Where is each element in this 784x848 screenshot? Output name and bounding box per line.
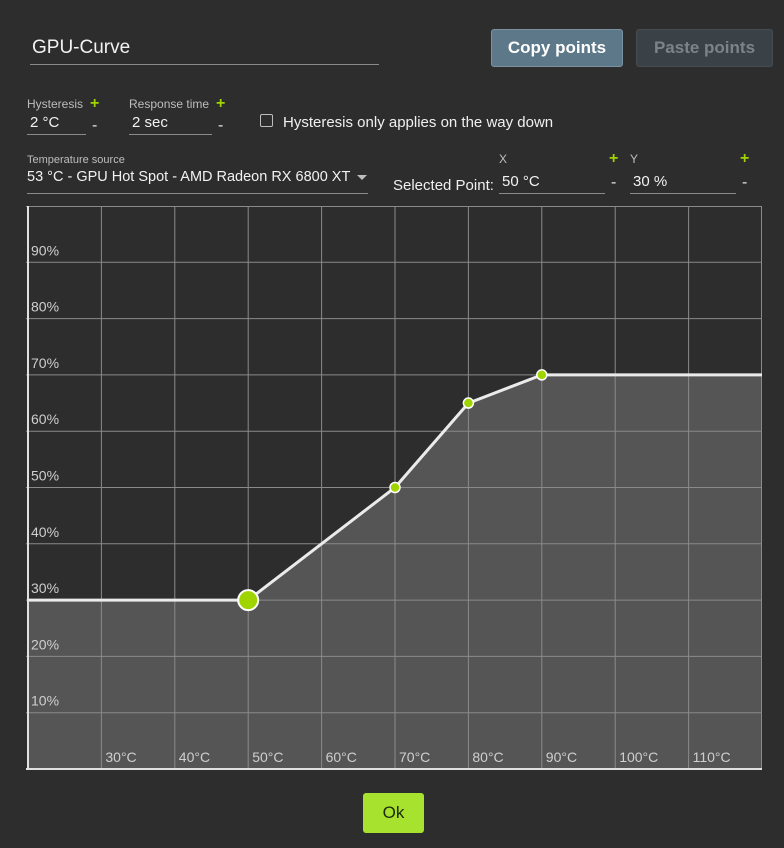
- hysteresis-minus-button[interactable]: -: [92, 117, 97, 135]
- response-time-minus-button[interactable]: -: [218, 117, 223, 135]
- x-plus-button[interactable]: +: [609, 151, 618, 167]
- copy-points-button[interactable]: Copy points: [491, 29, 623, 67]
- fan-curve-svg[interactable]: 10% 20% 30% 40% 50% 60% 70% 80% 90% 30°C 40°C 50°C…: [26, 206, 762, 770]
- curve-point[interactable]: [462, 397, 475, 409]
- x-tick-label: 80°C: [472, 749, 503, 765]
- fan-curve-chart[interactable]: 10% 20% 30% 40% 50% 60% 70% 80% 90% 30°C 40°C 50°C…: [26, 206, 762, 770]
- x-tick-label: 70°C: [399, 749, 430, 765]
- y-plus-button[interactable]: +: [740, 151, 749, 167]
- x-tick-label: 50°C: [252, 749, 283, 765]
- curve-point[interactable]: [389, 481, 401, 494]
- curve-name-input[interactable]: GPU-Curve: [30, 34, 379, 65]
- y-minus-button[interactable]: -: [742, 174, 747, 192]
- x-value-input[interactable]: 50 °C: [499, 172, 605, 194]
- paste-points-button[interactable]: Paste points: [636, 29, 773, 67]
- response-time-label: Response time: [129, 97, 210, 111]
- hysteresis-label: Hysteresis: [27, 97, 84, 111]
- response-time-plus-button[interactable]: +: [216, 96, 225, 112]
- x-tick-label: 30°C: [105, 749, 136, 765]
- hysteresis-down-label: Hysteresis only applies on the way down: [283, 114, 554, 131]
- chevron-down-icon[interactable]: [357, 175, 367, 180]
- y-value-input[interactable]: 30 %: [630, 172, 736, 194]
- selected-point-label: Selected Point:: [393, 177, 494, 194]
- hysteresis-down-checkbox[interactable]: [260, 114, 273, 127]
- y-tick-label: 90%: [31, 242, 59, 258]
- ok-button[interactable]: Ok: [363, 793, 424, 833]
- y-tick-label: 70%: [31, 355, 59, 371]
- x-tick-label: 40°C: [179, 749, 210, 765]
- hysteresis-input[interactable]: 2 °C: [27, 113, 86, 135]
- temperature-source-label: Temperature source: [27, 154, 125, 166]
- y-tick-label: 10%: [31, 693, 59, 709]
- response-time-input[interactable]: 2 sec: [129, 113, 212, 135]
- x-minus-button[interactable]: -: [611, 174, 616, 192]
- y-tick-label: 40%: [31, 524, 59, 540]
- y-tick-label: 80%: [31, 299, 59, 315]
- temperature-source-select[interactable]: 53 °C - GPU Hot Spot - AMD Radeon RX 680…: [27, 167, 368, 194]
- curve-point-selected[interactable]: [237, 589, 260, 612]
- y-tick-label: 50%: [31, 468, 59, 484]
- y-tick-label: 60%: [31, 411, 59, 427]
- x-label: X: [499, 152, 508, 166]
- x-tick-label: 60°C: [326, 749, 357, 765]
- hysteresis-plus-button[interactable]: +: [90, 96, 99, 112]
- x-tick-label: 110°C: [693, 749, 731, 765]
- temperature-source-value: 53 °C - GPU Hot Spot - AMD Radeon RX 680…: [27, 169, 351, 185]
- curve-point[interactable]: [536, 369, 548, 381]
- x-tick-label: 100°C: [619, 749, 658, 765]
- y-tick-label: 30%: [31, 580, 59, 596]
- x-tick-label: 90°C: [546, 749, 577, 765]
- y-label: Y: [630, 152, 639, 166]
- y-tick-label: 20%: [31, 636, 59, 652]
